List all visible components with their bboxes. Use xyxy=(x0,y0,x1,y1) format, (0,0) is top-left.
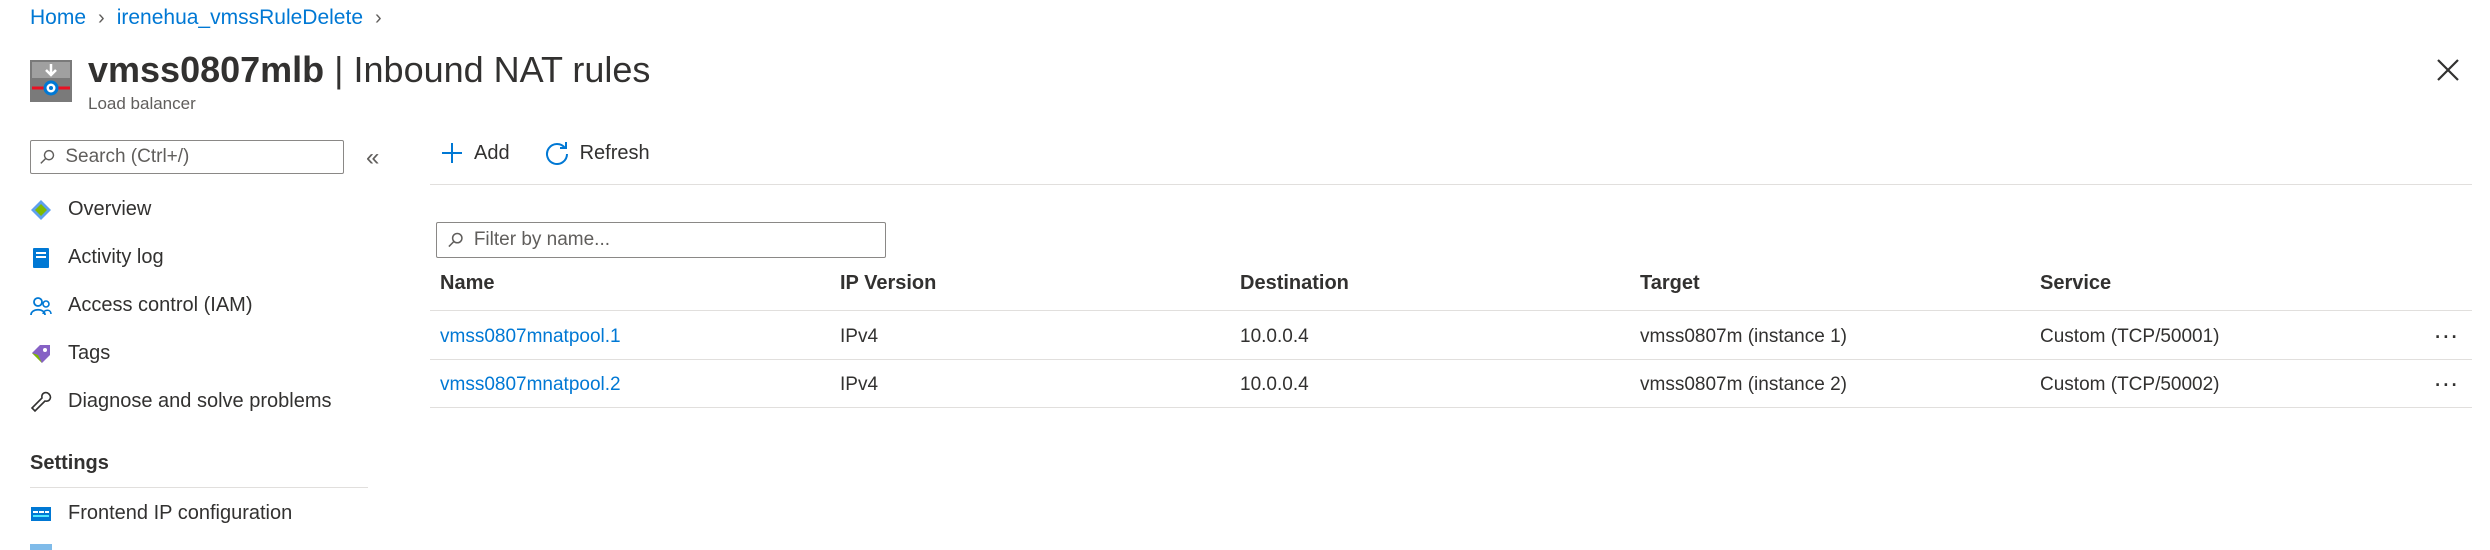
target-cell: vmss0807m (instance 1) xyxy=(1640,326,1847,347)
more-options-icon[interactable]: ... xyxy=(2434,364,2459,390)
blade-title: Inbound NAT rules xyxy=(353,49,651,90)
chevron-right-icon: › xyxy=(375,6,382,29)
breadcrumb: Home › irenehua_vmssRuleDelete › xyxy=(30,6,382,30)
add-button-label: Add xyxy=(474,141,510,164)
breadcrumb-home-link[interactable]: Home xyxy=(30,6,86,30)
sidebar-search-input[interactable] xyxy=(63,145,343,169)
search-icon xyxy=(448,232,463,248)
activity-log-icon xyxy=(33,247,49,268)
refresh-button-label: Refresh xyxy=(579,141,650,164)
sidebar-item-label: Tags xyxy=(68,342,111,364)
page-title: vmss0807mlb | Inbound NAT rules xyxy=(88,48,650,92)
tag-icon xyxy=(32,344,50,363)
filter-input[interactable] xyxy=(471,228,885,252)
sidebar-item-label: Frontend IP configuration xyxy=(68,502,293,524)
overview-icon xyxy=(31,199,51,220)
filter-box[interactable] xyxy=(436,222,886,258)
sidebar-next-item-icon xyxy=(30,544,52,550)
sidebar-item-label: Activity log xyxy=(68,246,164,268)
column-header-service[interactable]: Service xyxy=(2040,272,2111,295)
command-bar: Add Refresh xyxy=(440,140,650,166)
sidebar-item-activity-log[interactable]: Activity log xyxy=(30,246,164,269)
column-header-target[interactable]: Target xyxy=(1640,272,1700,295)
nat-rule-name-link[interactable]: vmss0807mnatpool.2 xyxy=(440,374,621,396)
divider xyxy=(430,359,2472,360)
title-separator: | xyxy=(324,49,354,90)
divider xyxy=(430,184,2472,185)
ip-version-cell: IPv4 xyxy=(840,374,879,395)
sidebar-search[interactable] xyxy=(30,140,344,174)
ip-version-cell: IPv4 xyxy=(840,326,879,347)
sidebar-item-diagnose[interactable]: Diagnose and solve problems xyxy=(30,390,332,413)
resource-name: vmss0807mlb xyxy=(88,49,325,90)
destination-cell: 10.0.0.4 xyxy=(1240,326,1309,347)
destination-cell: 10.0.0.4 xyxy=(1240,374,1309,395)
iam-icon xyxy=(30,296,52,315)
chevron-right-icon: › xyxy=(98,6,105,29)
sidebar-item-access-control[interactable]: Access control (IAM) xyxy=(30,294,252,317)
close-icon[interactable] xyxy=(2434,56,2462,84)
search-icon xyxy=(40,149,55,164)
breadcrumb-parent-link[interactable]: irenehua_vmssRuleDelete xyxy=(117,6,363,30)
settings-section-heading: Settings xyxy=(30,452,109,474)
target-cell: vmss0807m (instance 2) xyxy=(1640,374,1847,395)
divider xyxy=(430,407,2472,408)
column-header-destination[interactable]: Destination xyxy=(1240,272,1349,295)
service-cell: Custom (TCP/50001) xyxy=(2040,326,2220,347)
sidebar-item-tags[interactable]: Tags xyxy=(30,342,110,365)
sidebar-item-overview[interactable]: Overview xyxy=(30,198,151,221)
refresh-button[interactable]: Refresh xyxy=(544,140,650,166)
column-header-ip-version[interactable]: IP Version xyxy=(840,272,936,295)
divider xyxy=(430,310,2472,311)
plus-icon xyxy=(442,143,462,163)
collapse-sidebar-icon[interactable]: « xyxy=(366,144,379,172)
divider xyxy=(30,487,368,488)
load-balancer-icon xyxy=(30,60,72,102)
service-cell: Custom (TCP/50002) xyxy=(2040,374,2220,395)
sidebar-item-frontend-ip[interactable]: Frontend IP configuration xyxy=(30,502,292,525)
add-button[interactable]: Add xyxy=(440,141,510,165)
resource-type: Load balancer xyxy=(88,94,196,113)
nat-rule-name-link[interactable]: vmss0807mnatpool.1 xyxy=(440,326,621,348)
frontend-ip-icon xyxy=(31,506,51,521)
sidebar-item-label: Diagnose and solve problems xyxy=(68,390,332,412)
column-header-name[interactable]: Name xyxy=(440,272,494,295)
more-options-icon[interactable]: ... xyxy=(2434,316,2459,342)
refresh-icon xyxy=(545,142,568,165)
sidebar-item-label: Access control (IAM) xyxy=(68,294,253,316)
sidebar-item-label: Overview xyxy=(68,198,152,220)
wrench-icon xyxy=(30,391,52,412)
